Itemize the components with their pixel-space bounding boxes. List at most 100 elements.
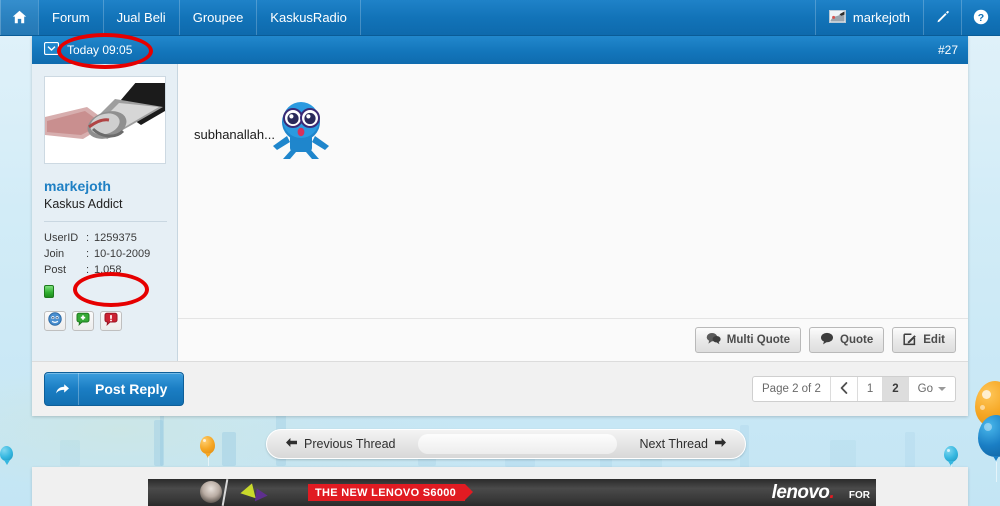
quote-button[interactable]: Quote [809, 327, 885, 353]
meta-value: 1,058 [94, 264, 122, 276]
meta-key: UserID [44, 232, 79, 244]
meta-row-join: Join : 10-10-2009 [44, 246, 167, 262]
author-title: Kaskus Addict [44, 197, 123, 211]
reply-arrow-icon [45, 373, 79, 405]
add-reputation-button[interactable] [72, 311, 94, 331]
pagination-summary: Page 2 of 2 [762, 383, 821, 395]
arrow-right-icon [714, 437, 727, 451]
nav-item-kaskusradio[interactable]: KaskusRadio [256, 0, 360, 35]
post-header-bar: Today 09:05 #27 [32, 36, 968, 64]
post-action-buttons: Multi Quote Quote Edit [178, 318, 968, 361]
thread-nav-spacer [417, 434, 618, 454]
nav-left-group: Forum Jual Beli Groupee KaskusRadio [0, 0, 360, 35]
edit-icon [903, 332, 917, 349]
help-button[interactable]: ? [961, 0, 1000, 35]
meta-value: 1259375 [94, 232, 137, 244]
post-reply-button[interactable]: Post Reply [44, 372, 185, 406]
post-message-area: subhanallah... [178, 64, 968, 318]
compose-edit-button[interactable] [923, 0, 961, 35]
page-background: Forum Jual Beli Groupee KaskusRadio mark… [0, 0, 1000, 506]
report-post-button[interactable] [100, 311, 122, 331]
balloon-decoration [944, 446, 958, 473]
meta-separator: : [86, 248, 90, 260]
user-menu-button[interactable]: markejoth [814, 0, 923, 35]
lenovo-ad-banner[interactable]: THE NEW LENOVO S6000 lenovo. FOR [148, 479, 876, 506]
next-thread-button[interactable]: Next Thread [621, 430, 745, 458]
shocked-blue-smiley-icon [271, 102, 331, 165]
nav-item-label: KaskusRadio [270, 10, 347, 25]
nav-item-forum[interactable]: Forum [38, 0, 103, 35]
pagination-prev-button[interactable] [829, 377, 857, 401]
nav-item-jual-beli[interactable]: Jual Beli [102, 0, 179, 35]
ad-brand-dot: . [829, 482, 834, 503]
balloon-decoration [978, 415, 1000, 482]
envelope-icon[interactable] [43, 41, 60, 58]
pagination-page-1[interactable]: 1 [856, 377, 882, 401]
skyline-silhouette [60, 440, 80, 466]
go-label: Go [917, 383, 933, 395]
nav-spacer [359, 0, 815, 35]
meta-row-post: Post : 1,058 [44, 262, 167, 278]
ad-person-photo [200, 481, 222, 503]
quote-icon [820, 332, 834, 348]
user-avatar-icon [828, 10, 846, 25]
post-header-left: Today 09:05 [43, 41, 132, 58]
online-status-indicator [44, 285, 54, 298]
home-icon [12, 10, 27, 26]
profile-smiley-icon-button[interactable] [44, 311, 66, 331]
chevron-left-icon [840, 381, 848, 397]
ad-tagline: THE NEW LENOVO S6000 [308, 484, 474, 501]
meta-row-userid: UserID : 1259375 [44, 230, 167, 246]
meta-key: Post [44, 264, 67, 276]
avatar[interactable] [44, 76, 166, 164]
pagination-go-dropdown[interactable]: Go [907, 377, 955, 401]
help-circle-icon: ? [973, 9, 989, 27]
previous-thread-button[interactable]: Previous Thread [267, 430, 414, 458]
meta-separator: : [86, 232, 90, 244]
post-timestamp[interactable]: Today 09:05 [67, 43, 132, 57]
skyline-silhouette [222, 432, 236, 466]
pagination-page-2[interactable]: 2 [882, 377, 908, 401]
nav-home-button[interactable] [0, 0, 38, 35]
multi-quote-button[interactable]: Multi Quote [694, 327, 802, 353]
button-label: Quote [840, 334, 874, 346]
button-label: Multi Quote [726, 334, 791, 346]
advertisement-container: THE NEW LENOVO S6000 lenovo. FOR [32, 467, 968, 506]
top-navigation-bar: Forum Jual Beli Groupee KaskusRadio mark… [0, 0, 1000, 36]
thread-post-card: Today 09:05 #27 markejoth Kaskus Addict … [32, 36, 968, 416]
ad-brand-logo: lenovo. [771, 482, 835, 504]
post-number[interactable]: #27 [938, 43, 958, 57]
ad-brand-text: lenovo [771, 482, 830, 503]
meta-key: Join [44, 248, 65, 260]
next-thread-label: Next Thread [639, 437, 708, 451]
post-body: markejoth Kaskus Addict UserID : 1259375… [32, 64, 968, 361]
post-content-column: subhanallah... Multi Quote Quote Edit [178, 64, 968, 361]
svg-text:?: ? [978, 12, 984, 24]
profile-smiley-icon [48, 311, 62, 331]
nav-item-label: Forum [52, 10, 90, 25]
skyline-silhouette [905, 432, 915, 468]
chevron-down-icon [938, 387, 946, 391]
nav-item-groupee[interactable]: Groupee [178, 0, 257, 35]
ad-pole-decoration [221, 479, 229, 506]
sidebar-action-buttons [44, 311, 167, 331]
divider [44, 221, 167, 222]
add-reputation-icon [76, 312, 90, 331]
post-author-sidebar: markejoth Kaskus Addict UserID : 1259375… [32, 64, 178, 361]
meta-value: 10-10-2009 [94, 248, 151, 260]
edit-button[interactable]: Edit [892, 327, 956, 353]
report-post-icon [104, 312, 118, 331]
author-username[interactable]: markejoth [44, 178, 167, 194]
post-reply-label: Post Reply [95, 381, 168, 397]
ad-brand-suffix: FOR [848, 490, 870, 501]
pencil-icon [935, 9, 950, 26]
thread-navigation-bar: Previous Thread Next Thread [266, 429, 746, 459]
post-message-text: subhanallah... [194, 127, 275, 142]
meta-separator: : [86, 264, 90, 276]
thread-footer-bar: Post Reply Page 2 of 2 1 2 Go [32, 361, 968, 416]
nav-right-group: markejoth ? [814, 0, 1000, 35]
pagination-control: Page 2 of 2 1 2 Go [752, 376, 956, 402]
balloon-decoration [200, 436, 215, 466]
nav-item-label: Groupee [192, 10, 244, 25]
button-label: Edit [923, 334, 945, 346]
